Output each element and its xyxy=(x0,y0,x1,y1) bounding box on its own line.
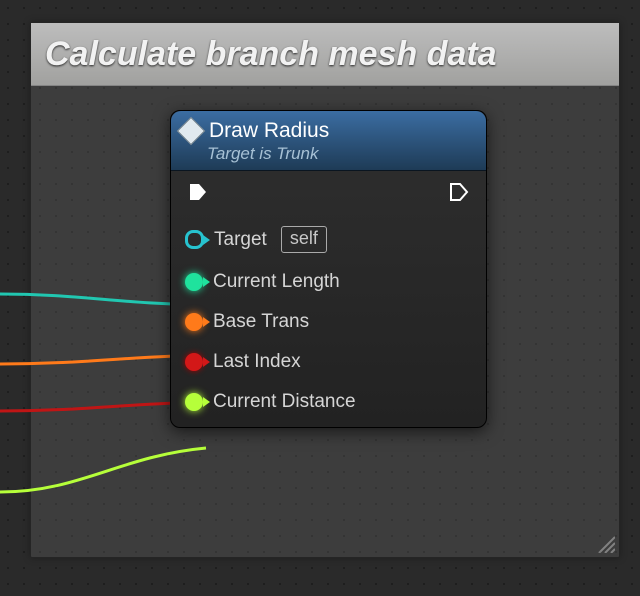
pin-socket-object[interactable] xyxy=(185,230,204,249)
function-icon xyxy=(177,117,205,145)
target-self-value[interactable]: self xyxy=(281,226,327,253)
node-subtitle: Target is Trunk xyxy=(207,144,476,164)
input-pin-current-length[interactable]: Current Length xyxy=(185,271,472,293)
comment-title[interactable]: Calculate branch mesh data xyxy=(31,23,619,86)
pin-socket-transform[interactable] xyxy=(185,313,203,331)
pin-label: Current Distance xyxy=(213,391,356,413)
node-body: Target self Current Length Base Trans La… xyxy=(171,171,486,427)
resize-grip[interactable] xyxy=(595,533,615,553)
pin-socket-float[interactable] xyxy=(185,273,203,291)
pin-label: Last Index xyxy=(213,351,301,373)
pin-label: Base Trans xyxy=(213,311,309,333)
pin-socket-float[interactable] xyxy=(185,393,203,411)
pin-socket-int[interactable] xyxy=(185,353,203,371)
input-pin-current-distance[interactable]: Current Distance xyxy=(185,391,472,413)
input-pin-target[interactable]: Target self xyxy=(185,226,472,253)
node-title: Draw Radius xyxy=(209,119,329,143)
exec-in-pin[interactable] xyxy=(187,181,209,208)
pin-label: Target xyxy=(214,229,267,251)
input-pin-last-index[interactable]: Last Index xyxy=(185,351,472,373)
input-pin-base-trans[interactable]: Base Trans xyxy=(185,311,472,333)
pin-label: Current Length xyxy=(213,271,340,293)
node-header[interactable]: Draw Radius Target is Trunk xyxy=(171,111,486,171)
blueprint-node-draw-radius[interactable]: Draw Radius Target is Trunk Target self xyxy=(170,110,487,428)
exec-out-pin[interactable] xyxy=(448,181,470,208)
